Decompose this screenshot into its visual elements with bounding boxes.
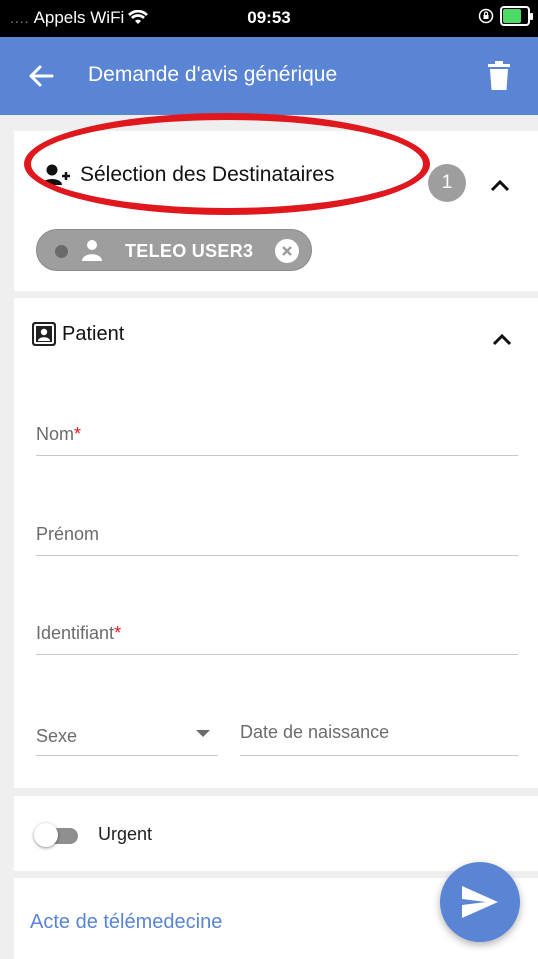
- sexe-label: Sexe: [36, 726, 78, 746]
- urgent-label: Urgent: [98, 824, 153, 844]
- status-dot-icon: [55, 245, 68, 258]
- remove-chip-button[interactable]: [275, 239, 299, 263]
- patient-header[interactable]: Patient: [32, 322, 124, 346]
- chevron-up-icon[interactable]: [490, 178, 510, 192]
- identifiant-label: Identifiant*: [36, 623, 122, 643]
- urgent-card: Urgent: [14, 796, 538, 871]
- date-naissance-label: Date de naissance: [240, 722, 390, 742]
- send-button[interactable]: [440, 862, 520, 942]
- orientation-lock-icon: [478, 8, 494, 24]
- nom-label: Nom*: [36, 424, 82, 444]
- chevron-down-icon: [196, 730, 210, 737]
- recipients-count-badge: 1: [428, 164, 466, 202]
- nom-field[interactable]: Nom*: [36, 412, 518, 456]
- battery-level: [503, 9, 522, 23]
- person-icon: [82, 240, 102, 261]
- prenom-label: Prénom: [36, 524, 100, 544]
- patient-card-icon: [32, 322, 56, 346]
- patient-title: Patient: [62, 322, 125, 345]
- acte-label: Acte de télémedecine: [30, 911, 223, 933]
- recipients-card: Sélection des Destinataires 1 TELEO USER…: [14, 113, 538, 291]
- patient-card: Patient Nom* Prénom Identifiant* Sexe Da…: [14, 298, 538, 788]
- urgent-toggle[interactable]: [34, 823, 80, 847]
- app-bar: Demande d'avis générique: [0, 37, 538, 115]
- chevron-up-icon[interactable]: [492, 332, 512, 346]
- status-right-group: [478, 6, 533, 26]
- recipient-chip[interactable]: TELEO USER3: [36, 229, 312, 271]
- status-bar: .... Appels WiFi 09:53: [0, 0, 538, 37]
- page-title: Demande d'avis générique: [88, 63, 338, 86]
- status-time: 09:53: [247, 8, 291, 27]
- prenom-field[interactable]: Prénom: [36, 512, 518, 556]
- arrow-back-icon[interactable]: [26, 61, 56, 91]
- highlight-annotation: [24, 113, 430, 215]
- sexe-select[interactable]: Sexe: [36, 712, 218, 756]
- date-naissance-field[interactable]: Date de naissance: [240, 712, 518, 756]
- identifiant-field[interactable]: Identifiant*: [36, 611, 518, 655]
- toggle-knob: [34, 823, 58, 847]
- send-icon: [462, 886, 498, 918]
- trash-icon[interactable]: [488, 61, 510, 91]
- battery-icon: [500, 6, 533, 26]
- close-icon: [282, 246, 292, 256]
- recipient-chip-label: TELEO USER3: [125, 241, 254, 261]
